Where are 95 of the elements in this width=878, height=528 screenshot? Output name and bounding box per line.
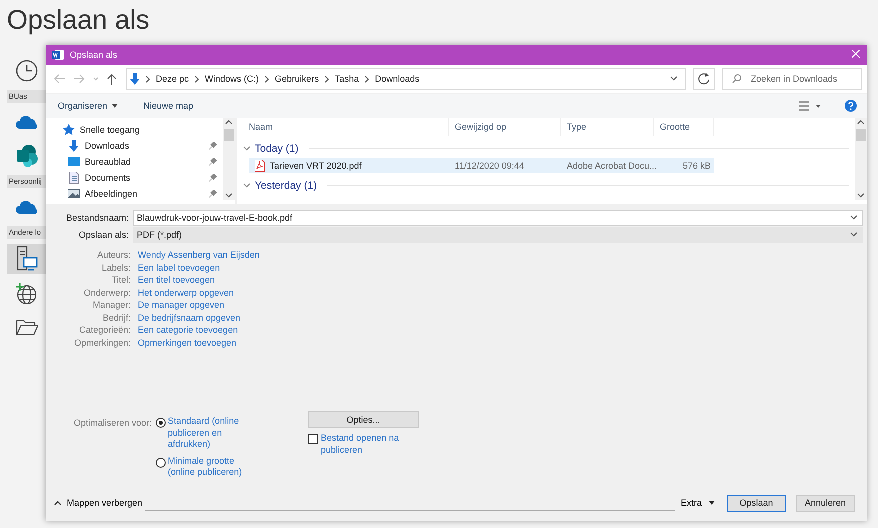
- cancel-button[interactable]: Annuleren: [796, 494, 855, 512]
- scrollbar-icon[interactable]: [855, 118, 867, 200]
- help-icon[interactable]: [845, 100, 857, 112]
- radio-button[interactable]: [156, 418, 166, 428]
- location-tile[interactable]: [7, 244, 46, 274]
- metadata-link[interactable]: Het onderwerp opgeven: [131, 288, 234, 298]
- field-label: Optimaliseren voor:: [74, 417, 152, 428]
- star-icon: [63, 124, 75, 136]
- chevron-icon: [265, 76, 270, 82]
- field-label: Categorieën:: [78, 325, 131, 336]
- field-label: Manager:: [92, 300, 131, 310]
- field-label: Auteurs:: [96, 250, 131, 260]
- radio-label[interactable]: Minimale grootte (online publiceren): [168, 456, 244, 478]
- chevron-down-icon[interactable]: [243, 182, 251, 190]
- chevron-icon: [365, 76, 370, 82]
- breadcrumb[interactable]: Downloads: [375, 74, 420, 84]
- up-icon[interactable]: [107, 73, 117, 85]
- file-name: Tarieven VRT 2020.pdf: [270, 160, 362, 170]
- field-label: Opmerkingen:: [73, 338, 131, 348]
- metadata-link[interactable]: Een label toevoegen: [131, 262, 220, 273]
- address-bar[interactable]: Deze pc Windows (C:) Gebruikers Tasha Downloads: [126, 68, 686, 90]
- breadcrumb[interactable]: Windows (C:): [205, 74, 260, 84]
- field-label: Opslaan als:: [78, 230, 130, 240]
- metadata-link[interactable]: De manager opgeven: [131, 300, 225, 310]
- radio-button[interactable]: [156, 458, 166, 468]
- refresh-icon[interactable]: [693, 68, 715, 90]
- nav-item[interactable]: Bureaublad: [46, 154, 223, 170]
- organize-button[interactable]: Organiseren: [52, 99, 124, 113]
- field-label: Titel:: [110, 275, 131, 286]
- radio-label[interactable]: Standaard (online publiceren en afdrukken): [168, 416, 244, 450]
- column-header[interactable]: Naam: [243, 118, 449, 136]
- hide-folders-button[interactable]: Mappen verbergen: [52, 498, 145, 508]
- file-type-dropdown[interactable]: PDF (*.pdf): [133, 226, 863, 242]
- chevron-icon: [195, 76, 200, 82]
- extra-dropdown[interactable]: Extra: [678, 498, 717, 508]
- checkbox-label[interactable]: Bestand openen na publiceren: [321, 433, 412, 456]
- checkbox[interactable]: [308, 434, 318, 444]
- field-label: Bestandsnaam:: [65, 212, 130, 222]
- search-icon: [732, 74, 742, 84]
- field-label: Onderwerp:: [82, 288, 131, 298]
- search-field[interactable]: Zoeken in Downloads: [722, 68, 862, 90]
- metadata-link[interactable]: Wendy Assenberg van Eijsden: [131, 250, 260, 260]
- cloud-icon[interactable]: [14, 114, 38, 130]
- field-label: Labels:: [100, 262, 131, 273]
- dropdown-icon: [669, 75, 679, 83]
- column-header[interactable]: Gewijzigd op: [449, 118, 561, 136]
- options-button[interactable]: Opties...: [308, 411, 420, 428]
- caret-icon: [112, 104, 118, 108]
- metadata-link[interactable]: Opmerkingen toevoegen: [131, 338, 237, 348]
- chevron-icon: [146, 76, 150, 82]
- group-header[interactable]: Today (1): [255, 142, 299, 154]
- page-title: Opslaan als: [7, 4, 151, 37]
- new-folder-button[interactable]: Nieuwe map: [138, 99, 200, 113]
- desktop-icon: [68, 156, 80, 168]
- download-arrow-icon: [130, 73, 140, 85]
- column-header[interactable]: Type: [561, 118, 654, 136]
- chevron-down-icon[interactable]: [243, 144, 251, 152]
- chevron-up-icon: [54, 500, 62, 506]
- breadcrumb[interactable]: Deze pc: [156, 74, 190, 84]
- close-icon: [852, 50, 860, 58]
- breadcrumb[interactable]: Tasha: [335, 74, 360, 84]
- nav-item[interactable]: Afbeeldingen: [46, 186, 223, 202]
- sharepoint-icon[interactable]: [14, 144, 38, 168]
- folder-icon[interactable]: [14, 318, 38, 338]
- window-title: Opslaan als: [70, 50, 118, 60]
- breadcrumb[interactable]: Gebruikers: [275, 74, 320, 84]
- dropdown-icon: [850, 214, 858, 220]
- dropdown-icon: [850, 232, 858, 238]
- document-icon: [68, 172, 80, 184]
- globe-icon[interactable]: [14, 282, 38, 306]
- nav-item[interactable]: Downloads: [46, 138, 223, 154]
- caret-icon: [709, 501, 715, 505]
- view-details-icon[interactable]: [799, 101, 823, 111]
- group-header[interactable]: Yesterday (1): [255, 180, 318, 192]
- clock-icon[interactable]: [14, 59, 38, 83]
- filename-field[interactable]: Blauwdruk-voor-jouw-travel-E-book.pdf: [133, 210, 863, 226]
- metadata-link[interactable]: Een categorie toevoegen: [131, 325, 238, 336]
- nav-item[interactable]: Snelle toegang: [46, 122, 223, 138]
- metadata-link[interactable]: De bedrijfsnaam opgeven: [131, 312, 241, 323]
- scrollbar-icon[interactable]: [223, 118, 235, 200]
- image-icon: [68, 188, 80, 200]
- metadata-link[interactable]: Een titel toevoegen: [131, 275, 216, 286]
- download-icon: [68, 140, 80, 152]
- file-type: Adobe Acrobat Docu...: [566, 160, 654, 170]
- cloud-icon[interactable]: [14, 199, 38, 215]
- field-label: Bedrijf:: [102, 312, 131, 323]
- chevron-icon: [325, 76, 330, 82]
- save-button[interactable]: Opslaan: [727, 494, 786, 512]
- pdf-icon: [255, 160, 265, 172]
- column-header[interactable]: Grootte: [654, 118, 714, 136]
- nav-item[interactable]: Documents: [46, 170, 223, 186]
- file-row[interactable]: Tarieven VRT 2020.pdf 11/12/2020 09:44 Adobe Acrobat Docu... 576 kB: [249, 158, 714, 173]
- file-modified: 11/12/2020 09:44: [454, 160, 526, 170]
- word-icon: [52, 49, 64, 61]
- computer-icon: [14, 246, 38, 272]
